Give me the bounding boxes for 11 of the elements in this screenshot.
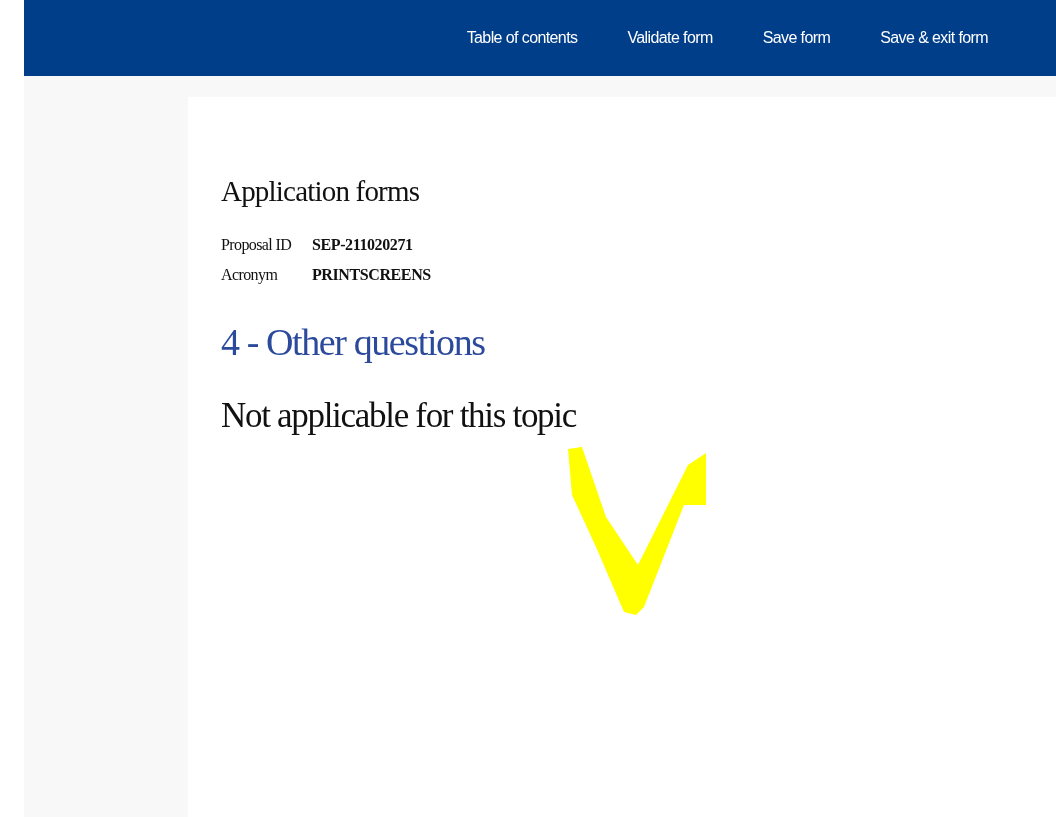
field-label: Proposal ID bbox=[221, 236, 293, 254]
field-label: Acronym bbox=[221, 266, 279, 284]
nav-link[interactable]: Save & exit form bbox=[880, 29, 988, 47]
section-heading: 4 - Other questions bbox=[221, 320, 486, 364]
nav-link[interactable]: Validate form bbox=[627, 29, 713, 47]
field-value: PRINTSCREENS bbox=[312, 266, 431, 284]
nav-link[interactable]: Table of contents bbox=[466, 29, 578, 47]
message-text: Not applicable for this topic bbox=[221, 396, 578, 436]
field-value: SEP-211020271 bbox=[312, 236, 414, 254]
nav-link[interactable]: Save form bbox=[762, 29, 831, 47]
page-title: Application forms bbox=[221, 175, 421, 208]
